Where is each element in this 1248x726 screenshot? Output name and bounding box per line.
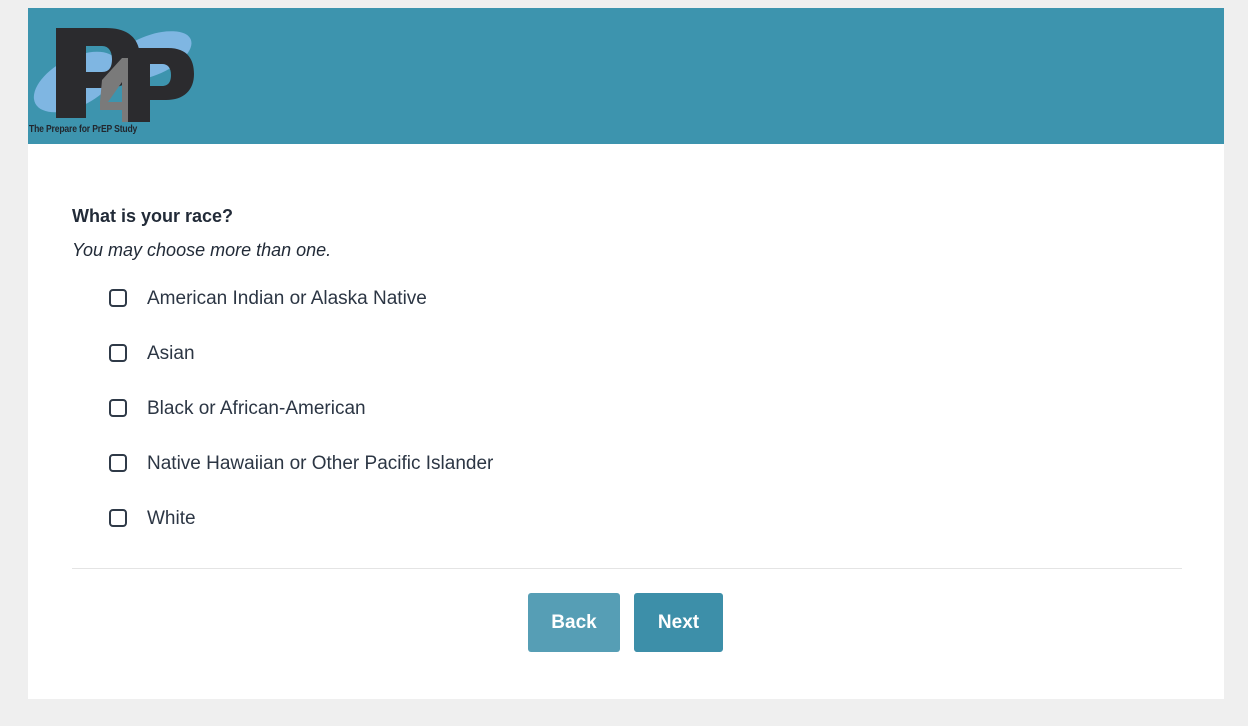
option-label: American Indian or Alaska Native — [147, 288, 427, 309]
option-label: Asian — [147, 343, 195, 364]
divider — [72, 568, 1182, 569]
checkbox[interactable] — [109, 509, 127, 527]
question-title: What is your race? — [72, 206, 234, 226]
survey-card: The Prepare for PrEP Study What is your … — [28, 8, 1224, 699]
option-label: White — [147, 508, 196, 529]
option-label: Native Hawaiian or Other Pacific Islande… — [147, 453, 494, 474]
study-logo: The Prepare for PrEP Study — [28, 18, 203, 144]
header-banner: The Prepare for PrEP Study — [28, 8, 1224, 144]
logo-caption: The Prepare for PrEP Study — [29, 124, 138, 135]
option-label: Black or African-American — [147, 398, 366, 419]
back-button[interactable]: Back — [528, 593, 620, 652]
checkbox[interactable] — [109, 399, 127, 417]
checkbox[interactable] — [109, 344, 127, 362]
checkbox[interactable] — [109, 289, 127, 307]
checkbox[interactable] — [109, 454, 127, 472]
question-hint: You may choose more than one. — [72, 240, 332, 260]
next-button[interactable]: Next — [634, 593, 723, 652]
